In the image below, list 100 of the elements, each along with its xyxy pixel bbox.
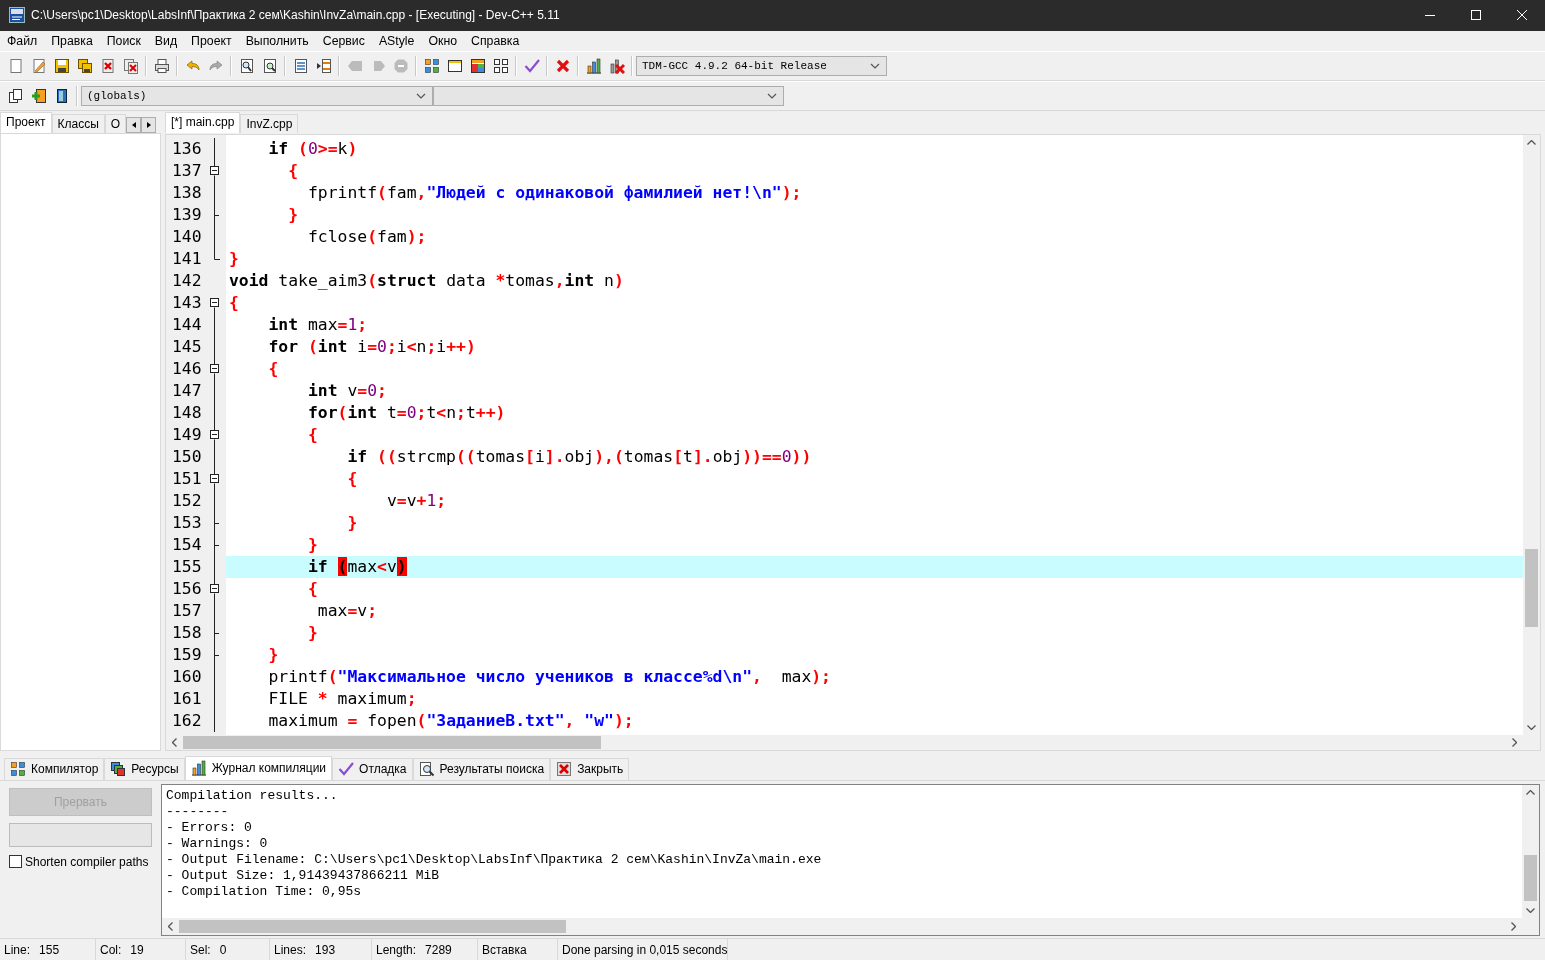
code-line: maximum = fopen("ЗаданиеB.txt", "w");: [267, 709, 635, 732]
code-line: }: [306, 533, 319, 556]
scroll-left-button[interactable]: [126, 116, 142, 133]
chevron-up-icon[interactable]: [1527, 139, 1536, 145]
file-tab[interactable]: [*] main.cpp: [165, 111, 241, 133]
menu-item[interactable]: Проект: [184, 34, 239, 49]
bottom-tab[interactable]: Ресурсы: [104, 757, 185, 780]
code-line: max=v;: [316, 599, 379, 622]
chevron-down-icon[interactable]: [1526, 907, 1535, 913]
panel-tab[interactable]: Классы: [51, 113, 105, 133]
fold-toggle-icon[interactable]: [210, 357, 219, 380]
line-number: 139: [171, 205, 203, 225]
status-value: 155: [39, 942, 60, 957]
line-number: 143: [171, 293, 203, 313]
chevron-down-icon: [416, 92, 426, 99]
panel-tab[interactable]: О: [104, 113, 127, 133]
bottom-tab[interactable]: Отладка: [332, 757, 413, 780]
fold-end-icon: [214, 247, 220, 260]
scrollbar-thumb[interactable]: [183, 735, 601, 749]
line-number: 158: [171, 623, 203, 643]
code-line: {: [287, 159, 300, 182]
vertical-scrollbar[interactable]: [1523, 134, 1540, 735]
app-icon: [9, 7, 25, 24]
checkmark-icon: [338, 761, 355, 778]
chevron-left-icon[interactable]: [168, 921, 173, 931]
log-line: - Warnings: 0: [166, 835, 269, 852]
checkbox[interactable]: [9, 855, 22, 869]
checkbox-label[interactable]: Shorten compiler paths: [25, 854, 149, 869]
status-value: 7289: [425, 942, 452, 957]
close-icon[interactable]: [1517, 10, 1527, 21]
code-line: }: [287, 203, 300, 226]
menu-item[interactable]: Поиск: [99, 34, 148, 49]
status-value: 193: [315, 942, 336, 957]
status-label: Col:: [100, 942, 122, 957]
scrollbar-thumb[interactable]: [1524, 854, 1537, 901]
line-number: 159: [171, 645, 203, 665]
bottom-tab[interactable]: Журнал компиляции: [184, 755, 333, 780]
line-number: 160: [171, 667, 203, 687]
code-line: fprintf(fam,"Людей с одинаковой фамилией нет!\n");: [306, 181, 803, 204]
vertical-scrollbar[interactable]: [1522, 784, 1539, 918]
compiler-dropdown[interactable]: TDM-GCC 4.9.2 64-bit Release: [636, 55, 887, 76]
menu-item[interactable]: Правка: [44, 34, 100, 49]
line-number: 141: [171, 249, 203, 269]
line-number: 154: [171, 535, 203, 555]
line-number: 142: [171, 271, 203, 291]
code-line: }: [228, 247, 240, 270]
status-label: Вставка: [482, 942, 527, 957]
minimize-icon[interactable]: [1425, 14, 1435, 16]
chevron-left-icon[interactable]: [172, 737, 177, 747]
line-number: 156: [171, 579, 203, 599]
fold-toggle-icon[interactable]: [210, 423, 219, 446]
line-number: 145: [171, 337, 203, 357]
status-value: 0: [219, 942, 227, 957]
bottom-tab[interactable]: Результаты поиска: [412, 757, 551, 780]
scope-dropdown[interactable]: (globals): [81, 85, 433, 106]
status-label: Length:: [376, 942, 417, 957]
fold-toggle-icon[interactable]: [210, 159, 219, 182]
bottom-tab[interactable]: Компилятор: [4, 757, 105, 780]
line-number: 152: [171, 491, 203, 511]
fold-toggle-icon[interactable]: [210, 577, 219, 600]
horizontal-scrollbar[interactable]: [166, 734, 1540, 750]
scrollbar-thumb[interactable]: [179, 919, 566, 933]
menu-item[interactable]: AStyle: [371, 34, 422, 49]
code-line: FILE * maximum;: [267, 687, 418, 710]
line-number: 148: [171, 403, 203, 423]
line-number: 155: [171, 557, 203, 577]
line-number: 150: [171, 447, 203, 467]
fold-line-icon: [214, 181, 215, 204]
scrollbar-thumb[interactable]: [1525, 548, 1538, 627]
horizontal-scrollbar[interactable]: [162, 917, 1539, 935]
menu-item[interactable]: Окно: [421, 34, 464, 49]
code-line: printf("Максимальное число учеников в классе%d\n", max);: [267, 665, 832, 688]
bottom-tab[interactable]: Закрыть: [550, 757, 630, 780]
chevron-right-icon[interactable]: [1511, 921, 1516, 931]
chevron-up-icon[interactable]: [1526, 789, 1535, 795]
chevron-down-icon[interactable]: [1527, 724, 1536, 730]
code-line: {: [346, 467, 359, 490]
line-number: 151: [171, 469, 203, 489]
chevron-down-icon: [767, 92, 777, 99]
fold-toggle-icon[interactable]: [210, 467, 219, 490]
code-line: v=v+1;: [385, 489, 448, 512]
file-tab[interactable]: InvZ.cpp: [240, 113, 299, 133]
menu-item[interactable]: Сервис: [315, 34, 372, 49]
chevron-down-icon: [870, 62, 880, 69]
menu-item[interactable]: Выполнить: [238, 34, 316, 49]
code-line: }: [267, 643, 280, 666]
menu-item[interactable]: Файл: [0, 34, 45, 49]
line-number: 149: [171, 425, 203, 445]
panel-tab[interactable]: Проект: [0, 111, 52, 133]
code-line: fclose(fam);: [306, 225, 428, 248]
log-line: - Compilation Time: 0,95s: [166, 883, 363, 900]
status-label: Lines:: [274, 942, 307, 957]
menu-item[interactable]: Справка: [464, 34, 527, 49]
scroll-right-button[interactable]: [141, 116, 157, 133]
chevron-right-icon[interactable]: [1512, 737, 1517, 747]
maximize-icon[interactable]: [1471, 10, 1481, 21]
code-line: if ((strcmp((tomas[i].obj),(tomas[t].obj))==0)): [346, 445, 813, 468]
menu-item[interactable]: Вид: [147, 34, 185, 49]
code-line: int v=0;: [306, 379, 388, 402]
code-line: {: [228, 291, 240, 314]
